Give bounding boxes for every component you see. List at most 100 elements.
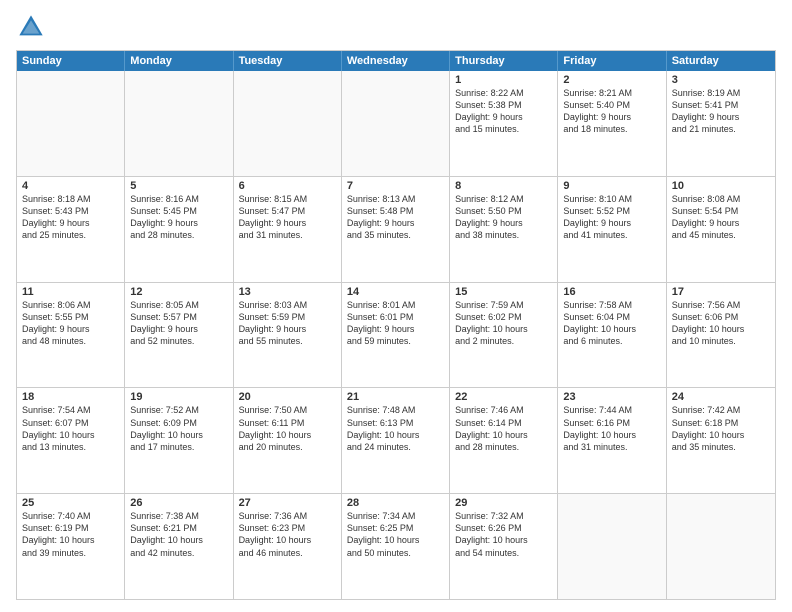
header — [16, 12, 776, 42]
cell-info: Sunrise: 8:13 AM Sunset: 5:48 PM Dayligh… — [347, 193, 444, 242]
calendar-cell: 5Sunrise: 8:16 AM Sunset: 5:45 PM Daylig… — [125, 177, 233, 282]
cell-info: Sunrise: 8:06 AM Sunset: 5:55 PM Dayligh… — [22, 299, 119, 348]
calendar-cell: 27Sunrise: 7:36 AM Sunset: 6:23 PM Dayli… — [234, 494, 342, 599]
calendar-cell: 24Sunrise: 7:42 AM Sunset: 6:18 PM Dayli… — [667, 388, 775, 493]
calendar-cell: 8Sunrise: 8:12 AM Sunset: 5:50 PM Daylig… — [450, 177, 558, 282]
header-day: Thursday — [450, 51, 558, 71]
day-number: 1 — [455, 74, 552, 86]
day-number: 29 — [455, 497, 552, 509]
calendar-cell — [667, 494, 775, 599]
logo — [16, 12, 50, 42]
header-day: Monday — [125, 51, 233, 71]
logo-icon — [16, 12, 46, 42]
calendar: SundayMondayTuesdayWednesdayThursdayFrid… — [16, 50, 776, 600]
calendar-cell: 12Sunrise: 8:05 AM Sunset: 5:57 PM Dayli… — [125, 283, 233, 388]
calendar-cell: 21Sunrise: 7:48 AM Sunset: 6:13 PM Dayli… — [342, 388, 450, 493]
calendar-cell: 16Sunrise: 7:58 AM Sunset: 6:04 PM Dayli… — [558, 283, 666, 388]
calendar-cell: 4Sunrise: 8:18 AM Sunset: 5:43 PM Daylig… — [17, 177, 125, 282]
cell-info: Sunrise: 8:15 AM Sunset: 5:47 PM Dayligh… — [239, 193, 336, 242]
cell-info: Sunrise: 8:18 AM Sunset: 5:43 PM Dayligh… — [22, 193, 119, 242]
day-number: 20 — [239, 391, 336, 403]
cell-info: Sunrise: 8:10 AM Sunset: 5:52 PM Dayligh… — [563, 193, 660, 242]
calendar-cell: 3Sunrise: 8:19 AM Sunset: 5:41 PM Daylig… — [667, 71, 775, 176]
calendar-cell: 7Sunrise: 8:13 AM Sunset: 5:48 PM Daylig… — [342, 177, 450, 282]
calendar-cell — [342, 71, 450, 176]
day-number: 7 — [347, 180, 444, 192]
cell-info: Sunrise: 7:32 AM Sunset: 6:26 PM Dayligh… — [455, 510, 552, 559]
calendar-cell: 20Sunrise: 7:50 AM Sunset: 6:11 PM Dayli… — [234, 388, 342, 493]
day-number: 11 — [22, 286, 119, 298]
day-number: 27 — [239, 497, 336, 509]
page: SundayMondayTuesdayWednesdayThursdayFrid… — [0, 0, 792, 612]
header-day: Tuesday — [234, 51, 342, 71]
calendar-cell: 9Sunrise: 8:10 AM Sunset: 5:52 PM Daylig… — [558, 177, 666, 282]
cell-info: Sunrise: 7:58 AM Sunset: 6:04 PM Dayligh… — [563, 299, 660, 348]
calendar-cell: 28Sunrise: 7:34 AM Sunset: 6:25 PM Dayli… — [342, 494, 450, 599]
calendar-cell: 10Sunrise: 8:08 AM Sunset: 5:54 PM Dayli… — [667, 177, 775, 282]
calendar-row: 11Sunrise: 8:06 AM Sunset: 5:55 PM Dayli… — [17, 282, 775, 388]
calendar-cell: 17Sunrise: 7:56 AM Sunset: 6:06 PM Dayli… — [667, 283, 775, 388]
day-number: 21 — [347, 391, 444, 403]
cell-info: Sunrise: 7:36 AM Sunset: 6:23 PM Dayligh… — [239, 510, 336, 559]
cell-info: Sunrise: 8:16 AM Sunset: 5:45 PM Dayligh… — [130, 193, 227, 242]
calendar-cell: 29Sunrise: 7:32 AM Sunset: 6:26 PM Dayli… — [450, 494, 558, 599]
cell-info: Sunrise: 7:54 AM Sunset: 6:07 PM Dayligh… — [22, 404, 119, 453]
day-number: 2 — [563, 74, 660, 86]
calendar-cell — [125, 71, 233, 176]
day-number: 14 — [347, 286, 444, 298]
day-number: 3 — [672, 74, 770, 86]
day-number: 26 — [130, 497, 227, 509]
day-number: 17 — [672, 286, 770, 298]
calendar-cell — [234, 71, 342, 176]
cell-info: Sunrise: 7:50 AM Sunset: 6:11 PM Dayligh… — [239, 404, 336, 453]
calendar-cell: 25Sunrise: 7:40 AM Sunset: 6:19 PM Dayli… — [17, 494, 125, 599]
day-number: 5 — [130, 180, 227, 192]
cell-info: Sunrise: 8:05 AM Sunset: 5:57 PM Dayligh… — [130, 299, 227, 348]
calendar-cell: 1Sunrise: 8:22 AM Sunset: 5:38 PM Daylig… — [450, 71, 558, 176]
cell-info: Sunrise: 8:22 AM Sunset: 5:38 PM Dayligh… — [455, 87, 552, 136]
calendar-cell: 2Sunrise: 8:21 AM Sunset: 5:40 PM Daylig… — [558, 71, 666, 176]
day-number: 4 — [22, 180, 119, 192]
cell-info: Sunrise: 8:21 AM Sunset: 5:40 PM Dayligh… — [563, 87, 660, 136]
header-day: Wednesday — [342, 51, 450, 71]
day-number: 24 — [672, 391, 770, 403]
cell-info: Sunrise: 8:01 AM Sunset: 6:01 PM Dayligh… — [347, 299, 444, 348]
calendar-cell: 26Sunrise: 7:38 AM Sunset: 6:21 PM Dayli… — [125, 494, 233, 599]
cell-info: Sunrise: 7:56 AM Sunset: 6:06 PM Dayligh… — [672, 299, 770, 348]
header-day: Friday — [558, 51, 666, 71]
cell-info: Sunrise: 7:40 AM Sunset: 6:19 PM Dayligh… — [22, 510, 119, 559]
calendar-cell — [17, 71, 125, 176]
day-number: 19 — [130, 391, 227, 403]
day-number: 15 — [455, 286, 552, 298]
calendar-cell: 15Sunrise: 7:59 AM Sunset: 6:02 PM Dayli… — [450, 283, 558, 388]
cell-info: Sunrise: 7:52 AM Sunset: 6:09 PM Dayligh… — [130, 404, 227, 453]
day-number: 10 — [672, 180, 770, 192]
day-number: 18 — [22, 391, 119, 403]
cell-info: Sunrise: 8:03 AM Sunset: 5:59 PM Dayligh… — [239, 299, 336, 348]
day-number: 16 — [563, 286, 660, 298]
cell-info: Sunrise: 7:42 AM Sunset: 6:18 PM Dayligh… — [672, 404, 770, 453]
calendar-cell: 19Sunrise: 7:52 AM Sunset: 6:09 PM Dayli… — [125, 388, 233, 493]
cell-info: Sunrise: 8:12 AM Sunset: 5:50 PM Dayligh… — [455, 193, 552, 242]
calendar-cell: 23Sunrise: 7:44 AM Sunset: 6:16 PM Dayli… — [558, 388, 666, 493]
calendar-cell: 14Sunrise: 8:01 AM Sunset: 6:01 PM Dayli… — [342, 283, 450, 388]
calendar-cell: 13Sunrise: 8:03 AM Sunset: 5:59 PM Dayli… — [234, 283, 342, 388]
day-number: 28 — [347, 497, 444, 509]
header-day: Saturday — [667, 51, 775, 71]
cell-info: Sunrise: 7:34 AM Sunset: 6:25 PM Dayligh… — [347, 510, 444, 559]
day-number: 13 — [239, 286, 336, 298]
calendar-row: 25Sunrise: 7:40 AM Sunset: 6:19 PM Dayli… — [17, 493, 775, 599]
calendar-cell: 22Sunrise: 7:46 AM Sunset: 6:14 PM Dayli… — [450, 388, 558, 493]
calendar-cell: 18Sunrise: 7:54 AM Sunset: 6:07 PM Dayli… — [17, 388, 125, 493]
cell-info: Sunrise: 7:48 AM Sunset: 6:13 PM Dayligh… — [347, 404, 444, 453]
header-day: Sunday — [17, 51, 125, 71]
calendar-row: 4Sunrise: 8:18 AM Sunset: 5:43 PM Daylig… — [17, 176, 775, 282]
calendar-header: SundayMondayTuesdayWednesdayThursdayFrid… — [17, 51, 775, 71]
cell-info: Sunrise: 8:08 AM Sunset: 5:54 PM Dayligh… — [672, 193, 770, 242]
cell-info: Sunrise: 7:38 AM Sunset: 6:21 PM Dayligh… — [130, 510, 227, 559]
calendar-cell: 6Sunrise: 8:15 AM Sunset: 5:47 PM Daylig… — [234, 177, 342, 282]
cell-info: Sunrise: 7:46 AM Sunset: 6:14 PM Dayligh… — [455, 404, 552, 453]
day-number: 25 — [22, 497, 119, 509]
calendar-cell: 11Sunrise: 8:06 AM Sunset: 5:55 PM Dayli… — [17, 283, 125, 388]
day-number: 22 — [455, 391, 552, 403]
